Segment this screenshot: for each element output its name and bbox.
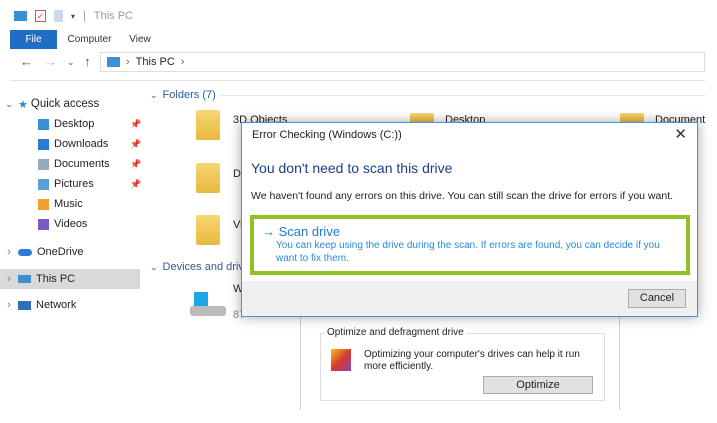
pin-icon[interactable]: 📌 — [130, 139, 141, 150]
quick-access-toolbar: ✓ ▾ | This PC — [14, 10, 133, 22]
folders-header[interactable]: ⌄ Folders (7) — [150, 89, 705, 101]
optimize-group-label: Optimize and defragment drive — [325, 327, 466, 338]
dialog-body: We haven't found any errors on this driv… — [251, 190, 674, 202]
sidebar-item-videos[interactable]: Videos — [0, 214, 140, 234]
tab-view[interactable]: View — [122, 30, 158, 49]
pin-icon[interactable]: 📌 — [130, 159, 141, 170]
folder-downloads-icon[interactable] — [196, 163, 220, 193]
new-folder-icon[interactable] — [54, 10, 63, 22]
devices-header[interactable]: ⌄ Devices and drives — [150, 261, 255, 273]
pc-icon — [18, 275, 31, 283]
sidebar-item-desktop[interactable]: Desktop 📌 — [0, 114, 141, 134]
sidebar-item-documents[interactable]: Documents 📌 — [0, 154, 141, 174]
sidebar-item-this-pc[interactable]: › This PC — [0, 269, 140, 289]
pin-icon[interactable]: 📌 — [130, 119, 141, 130]
pin-icon[interactable]: 📌 — [130, 179, 141, 190]
dialog-heading: You don't need to scan this drive — [251, 160, 453, 176]
videos-icon — [38, 218, 49, 230]
optimize-button[interactable]: Optimize — [483, 376, 593, 394]
cancel-button[interactable]: Cancel — [628, 289, 686, 308]
pc-icon — [107, 57, 120, 67]
error-checking-dialog: Error Checking (Windows (C:)) ✕ You don'… — [241, 122, 698, 317]
network-icon — [18, 300, 31, 310]
star-icon: ★ — [18, 98, 28, 111]
divider — [10, 80, 705, 81]
downloads-icon — [38, 138, 49, 150]
sidebar-item-music[interactable]: Music — [0, 194, 140, 214]
sidebar-item-label: Videos — [54, 218, 88, 230]
up-icon[interactable]: ↑ — [84, 54, 91, 69]
properties-icon[interactable]: ✓ — [35, 10, 46, 22]
cloud-icon — [18, 248, 32, 256]
music-icon — [38, 198, 49, 210]
desktop-icon — [38, 118, 49, 130]
close-icon[interactable]: ✕ — [674, 125, 687, 143]
dialog-footer: Cancel — [242, 281, 697, 316]
optimize-description: Optimizing your computer's drives can he… — [364, 349, 580, 372]
address-bar[interactable]: › This PC › — [100, 52, 705, 72]
sidebar-item-label: Downloads — [54, 138, 109, 150]
sidebar-item-network[interactable]: › Network — [0, 295, 140, 315]
sidebar-item-onedrive[interactable]: › OneDrive — [0, 242, 140, 262]
window-title: This PC — [93, 10, 133, 22]
folder-videos-icon[interactable] — [196, 215, 220, 245]
dialog-title: Error Checking (Windows (C:)) — [252, 129, 402, 141]
sidebar-item-label: Pictures — [54, 178, 94, 190]
arrow-right-icon: → — [262, 224, 279, 239]
optimize-group: Optimize and defragment drive Optimizing… — [320, 327, 605, 401]
back-icon[interactable]: ← — [20, 54, 33, 69]
scan-drive-description: You can keep using the drive during the … — [276, 240, 660, 264]
sidebar-item-label: Music — [54, 198, 83, 210]
folder-label[interactable]: D — [233, 168, 241, 180]
forward-icon[interactable]: → — [44, 54, 57, 69]
sidebar-item-label: Desktop — [54, 118, 95, 130]
sidebar-item-pictures[interactable]: Pictures 📌 — [0, 174, 141, 194]
defrag-icon — [331, 349, 351, 371]
sidebar-item-label: Documents — [54, 158, 110, 170]
scan-drive-option[interactable]: → Scan drive You can keep using the driv… — [250, 215, 690, 275]
pictures-icon — [38, 178, 49, 190]
windows-drive-icon[interactable] — [190, 292, 226, 320]
folder-3d-objects-icon[interactable] — [196, 110, 220, 140]
sidebar-item-downloads[interactable]: Downloads 📌 — [0, 134, 141, 154]
sidebar-item-quick-access[interactable]: ⌄ ★ Quick access — [0, 94, 140, 114]
tab-computer[interactable]: Computer — [62, 30, 117, 49]
pc-icon[interactable] — [14, 11, 27, 21]
recent-locations-icon[interactable]: ⌄ — [67, 57, 75, 68]
documents-icon — [38, 158, 49, 170]
scan-drive-title: → Scan drive — [262, 224, 341, 239]
customize-toolbar-icon[interactable]: ▾ — [71, 12, 75, 21]
tab-file[interactable]: File — [10, 30, 57, 49]
breadcrumb-this-pc[interactable]: This PC — [136, 56, 175, 68]
